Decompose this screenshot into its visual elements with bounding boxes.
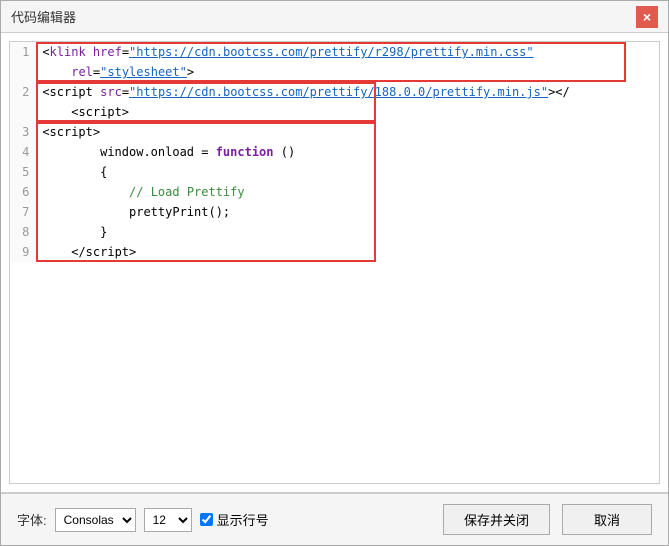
- code-line: <klink href="https://cdn.bootcss.com/pre…: [38, 42, 659, 62]
- code-line: // Load Prettify: [38, 182, 659, 202]
- size-select[interactable]: 12: [144, 508, 192, 532]
- line-number: [10, 102, 38, 122]
- line-number: 8: [10, 222, 38, 242]
- show-line-numbers-label[interactable]: 显示行号: [200, 510, 269, 529]
- line-number: 4: [10, 142, 38, 162]
- code-line: {: [38, 162, 659, 182]
- code-line: <script>: [38, 102, 659, 122]
- dialog-title: 代码编辑器: [11, 7, 76, 26]
- line-number: 2: [10, 82, 38, 102]
- code-line: prettyPrint();: [38, 202, 659, 222]
- table-row: 7 prettyPrint();: [10, 202, 659, 222]
- table-row: 9 </script>: [10, 242, 659, 262]
- line-number: 3: [10, 122, 38, 142]
- table-row: 6 // Load Prettify: [10, 182, 659, 202]
- font-label: 字体:: [17, 510, 47, 529]
- table-row: 5 {: [10, 162, 659, 182]
- show-line-numbers-text: 显示行号: [217, 510, 269, 529]
- show-line-numbers-checkbox[interactable]: [200, 513, 213, 526]
- action-buttons: 保存并关闭 取消: [443, 504, 652, 535]
- table-row: 1 <klink href="https://cdn.bootcss.com/p…: [10, 42, 659, 62]
- table-row: 8 }: [10, 222, 659, 242]
- dialog: 代码编辑器 × 1 <klink href="https://cdn.bootc…: [0, 0, 669, 546]
- code-line: <script>: [38, 122, 659, 142]
- table-row: rel="stylesheet">: [10, 62, 659, 82]
- code-line: }: [38, 222, 659, 242]
- editor-area: 1 <klink href="https://cdn.bootcss.com/p…: [1, 33, 668, 493]
- line-number: 1: [10, 42, 38, 62]
- line-number: [10, 62, 38, 82]
- bottom-bar: 字体: Consolas 12 显示行号 保存并关闭 取消: [1, 493, 668, 545]
- code-editor[interactable]: 1 <klink href="https://cdn.bootcss.com/p…: [9, 41, 660, 484]
- title-bar: 代码编辑器 ×: [1, 1, 668, 33]
- code-line: </script>: [38, 242, 659, 262]
- table-row: 4 window.onload = function (): [10, 142, 659, 162]
- code-line: window.onload = function (): [38, 142, 659, 162]
- code-table: 1 <klink href="https://cdn.bootcss.com/p…: [10, 42, 659, 262]
- font-select[interactable]: Consolas: [55, 508, 136, 532]
- table-row: 2 <script src="https://cdn.bootcss.com/p…: [10, 82, 659, 102]
- line-number: 9: [10, 242, 38, 262]
- save-close-button[interactable]: 保存并关闭: [443, 504, 550, 535]
- line-number: 6: [10, 182, 38, 202]
- cancel-button[interactable]: 取消: [562, 504, 652, 535]
- line-number: 5: [10, 162, 38, 182]
- code-line: rel="stylesheet">: [38, 62, 659, 82]
- line-number: 7: [10, 202, 38, 222]
- code-line: <script src="https://cdn.bootcss.com/pre…: [38, 82, 659, 102]
- close-button[interactable]: ×: [636, 6, 658, 28]
- table-row: <script>: [10, 102, 659, 122]
- code-wrapper: 1 <klink href="https://cdn.bootcss.com/p…: [9, 41, 660, 484]
- table-row: 3 <script>: [10, 122, 659, 142]
